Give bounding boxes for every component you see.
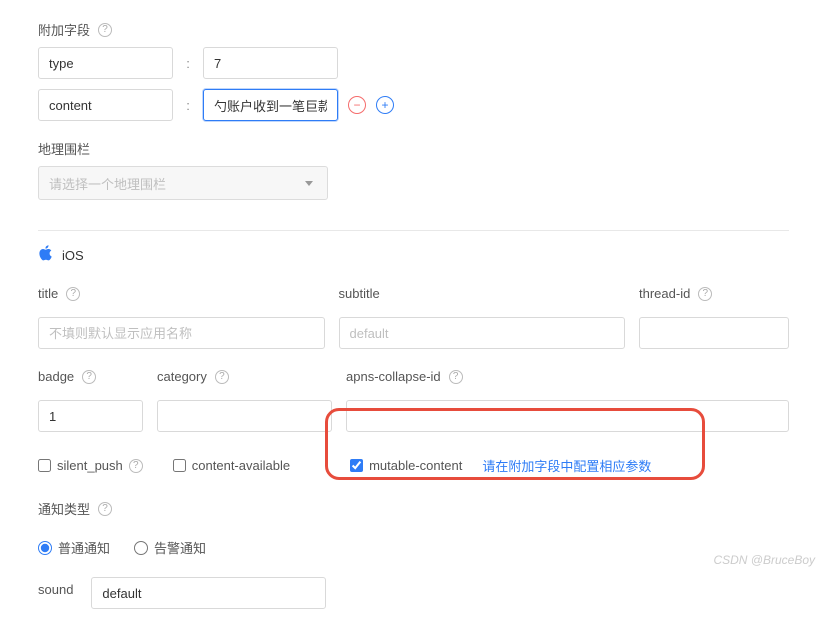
threadid-input[interactable] — [639, 317, 789, 349]
apns-collapse-input[interactable] — [346, 400, 789, 432]
help-icon[interactable]: ? — [215, 370, 229, 384]
geofence-label: 地理围栏 — [38, 139, 90, 158]
title-input[interactable] — [38, 317, 325, 349]
chevron-down-icon — [305, 181, 313, 186]
category-input[interactable] — [157, 400, 332, 432]
notify-type-alert[interactable]: 告警通知 — [134, 538, 206, 557]
category-label: category ? — [157, 369, 332, 384]
notify-type-label: 通知类型 ? — [38, 499, 112, 518]
extra-key-input[interactable] — [38, 47, 173, 79]
apple-icon — [38, 245, 52, 266]
title-label: title ? — [38, 286, 325, 301]
notify-type-radio-alert[interactable] — [134, 541, 148, 555]
content-available-checkbox[interactable] — [173, 459, 186, 472]
help-icon[interactable]: ? — [82, 370, 96, 384]
mutable-content-label: mutable-content — [369, 458, 462, 473]
kv-colon: : — [183, 56, 193, 71]
sound-input[interactable] — [91, 577, 326, 609]
mutable-content-checkbox[interactable] — [350, 459, 363, 472]
geofence-select[interactable]: 请选择一个地理围栏 — [38, 166, 328, 200]
help-icon[interactable]: ? — [66, 287, 80, 301]
sound-label: sound — [38, 582, 73, 597]
content-available-checkbox-wrap: content-available — [173, 458, 290, 473]
apns-collapse-label: apns-collapse-id ? — [346, 369, 789, 384]
silent-push-checkbox[interactable] — [38, 459, 51, 472]
help-icon[interactable]: ? — [98, 502, 112, 516]
extra-value-input[interactable] — [203, 47, 338, 79]
threadid-label: thread-id ? — [639, 286, 789, 301]
help-icon[interactable]: ? — [98, 23, 112, 37]
mutable-content-checkbox-wrap: mutable-content 请在附加字段中配置相应参数 — [350, 456, 651, 475]
extra-field-row: : − + — [38, 89, 789, 121]
kv-colon: : — [183, 98, 193, 113]
help-icon[interactable]: ? — [698, 287, 712, 301]
extra-field-row: : — [38, 47, 789, 79]
geofence-placeholder: 请选择一个地理围栏 — [49, 174, 166, 193]
add-field-button[interactable]: + — [376, 96, 394, 114]
help-icon[interactable]: ? — [449, 370, 463, 384]
mutable-content-hint[interactable]: 请在附加字段中配置相应参数 — [482, 456, 651, 475]
notify-type-radio-normal[interactable] — [38, 541, 52, 555]
ios-section-header: iOS — [38, 231, 789, 280]
help-icon[interactable]: ? — [129, 459, 143, 473]
watermark-text: CSDN @BruceBoy — [713, 553, 815, 567]
subtitle-input[interactable] — [339, 317, 626, 349]
subtitle-label: subtitle — [339, 286, 626, 301]
silent-push-label: silent_push — [57, 458, 123, 473]
extra-key-input[interactable] — [38, 89, 173, 121]
content-available-label: content-available — [192, 458, 290, 473]
silent-push-checkbox-wrap: silent_push ? — [38, 458, 143, 473]
badge-label: badge ? — [38, 369, 143, 384]
remove-field-button[interactable]: − — [348, 96, 366, 114]
badge-input[interactable] — [38, 400, 143, 432]
notify-type-normal[interactable]: 普通通知 — [38, 538, 110, 557]
extra-fields-label: 附加字段 ? — [38, 20, 112, 39]
ios-header-text: iOS — [62, 248, 84, 263]
extra-value-input[interactable] — [203, 89, 338, 121]
